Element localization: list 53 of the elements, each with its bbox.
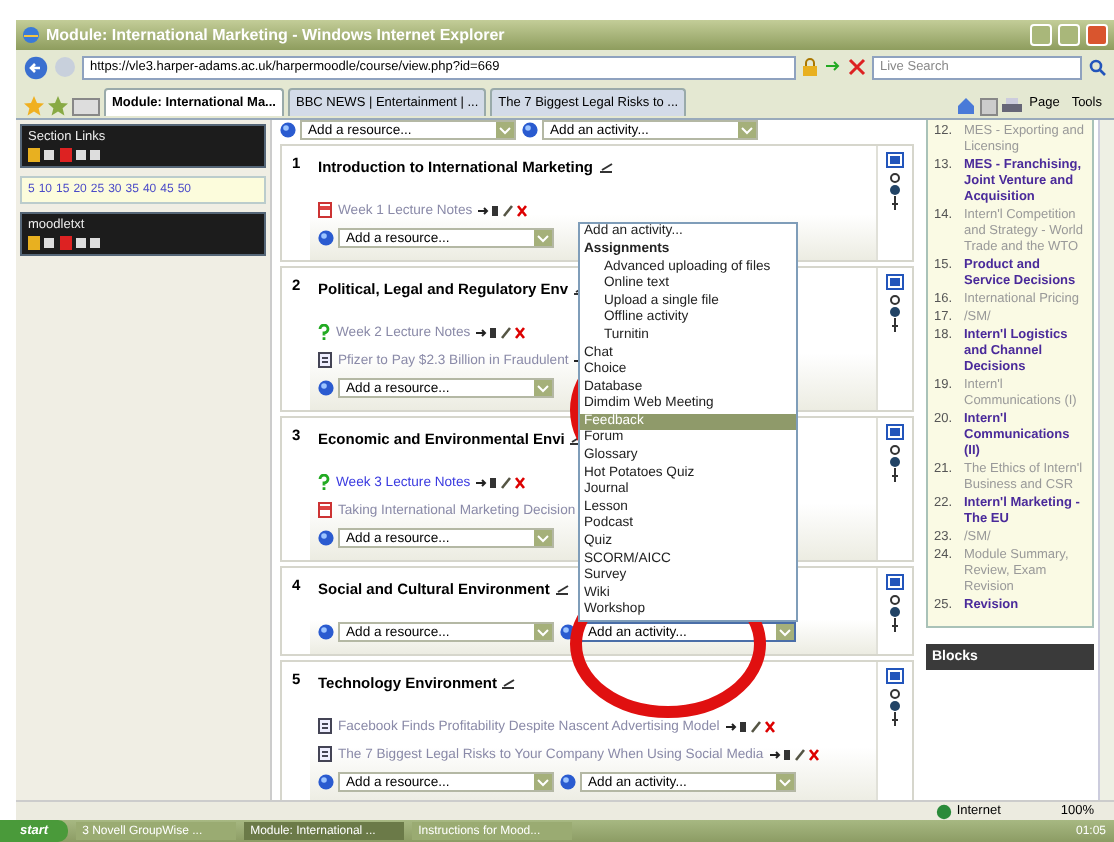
back-icon[interactable]: [24, 55, 48, 79]
page-icon: [318, 352, 332, 368]
edit-tools-drawing: [769, 747, 822, 761]
add-favorite-icon[interactable]: [48, 96, 68, 116]
question-icon: [318, 474, 330, 490]
caret-icon: [534, 774, 552, 790]
lock-icon: [802, 58, 818, 76]
globe-icon: [318, 230, 334, 246]
document-icon: [318, 502, 332, 518]
page-icon: [318, 718, 332, 734]
page-icon: [318, 746, 332, 762]
globe-icon: [318, 380, 334, 396]
globe-icon: [522, 122, 538, 138]
stop-icon[interactable]: [848, 58, 866, 76]
globe-icon: [318, 624, 334, 640]
section-controls-drawing: [886, 574, 904, 634]
question-icon: [318, 324, 330, 340]
close-button[interactable]: [1086, 24, 1108, 46]
feed-icon[interactable]: [979, 98, 998, 116]
edit-icon: [555, 583, 570, 595]
edit-tools-drawing: [476, 325, 529, 339]
caret-icon: [776, 774, 794, 790]
printer-icon[interactable]: [1001, 98, 1022, 116]
globe-icon: [560, 774, 576, 790]
edit-icon: [599, 161, 613, 173]
globe-icon: [280, 122, 296, 138]
section-controls-drawing: [886, 668, 904, 728]
maximize-button[interactable]: [1058, 24, 1080, 46]
edit-tools-drawing: [476, 475, 529, 489]
scrollbar[interactable]: [1098, 120, 1114, 800]
edit-tools-drawing: [725, 719, 778, 733]
edit-tools-drawing: [478, 203, 531, 217]
minimize-button[interactable]: [1030, 24, 1052, 46]
section-controls-drawing: [886, 424, 904, 484]
caret-icon: [534, 624, 552, 640]
caret-icon: [534, 380, 552, 396]
globe-icon: [318, 530, 334, 546]
favorites-star-icon[interactable]: [24, 96, 44, 116]
home-icon[interactable]: [955, 96, 976, 116]
section-controls-drawing: [886, 274, 904, 334]
globe-icon: [936, 803, 953, 819]
browser-icon: [22, 26, 40, 44]
caret-icon: [534, 230, 552, 246]
quick-tabs-icon[interactable]: [72, 98, 100, 116]
edit-icon: [502, 677, 517, 689]
window-title: Module: International Marketing - Windows Internet Explorer: [46, 26, 507, 44]
refresh-icon[interactable]: [824, 58, 842, 76]
globe-icon: [318, 774, 334, 790]
document-icon: [318, 202, 332, 218]
globe-icon: [560, 624, 576, 640]
caret-icon: [534, 530, 552, 546]
search-icon[interactable]: [1088, 58, 1106, 76]
section-controls-drawing: [886, 152, 904, 212]
